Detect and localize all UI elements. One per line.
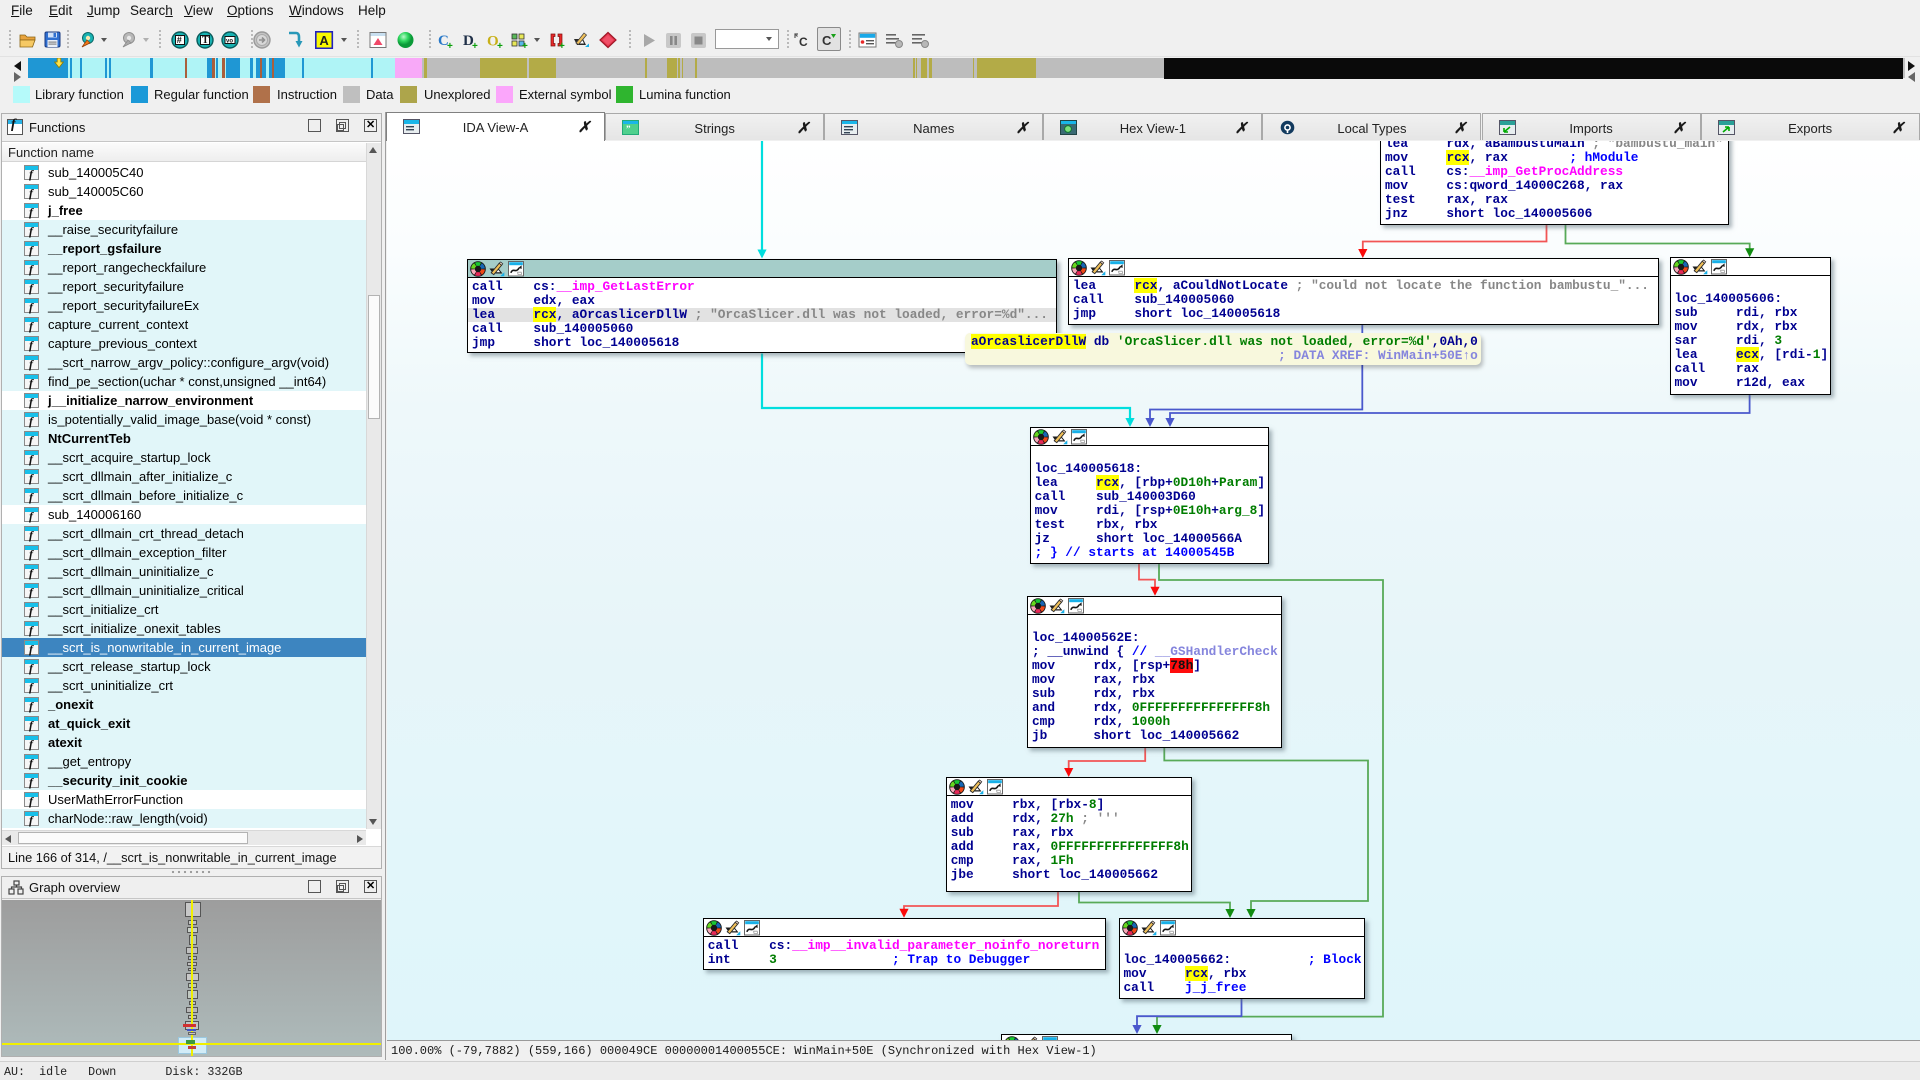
svg-text:C: C <box>822 33 832 48</box>
svg-text:vo: vo <box>226 38 233 44</box>
svg-text:+: + <box>497 41 503 49</box>
svg-text:C: C <box>799 35 808 49</box>
svg-text:T: T <box>202 35 209 46</box>
svg-text:+: + <box>447 41 453 49</box>
svg-text:+: + <box>522 41 528 49</box>
svg-text:A: A <box>319 33 329 48</box>
svg-text:+: + <box>472 41 478 49</box>
svg-text:+: + <box>559 41 565 49</box>
svg-text:#: # <box>177 35 182 45</box>
